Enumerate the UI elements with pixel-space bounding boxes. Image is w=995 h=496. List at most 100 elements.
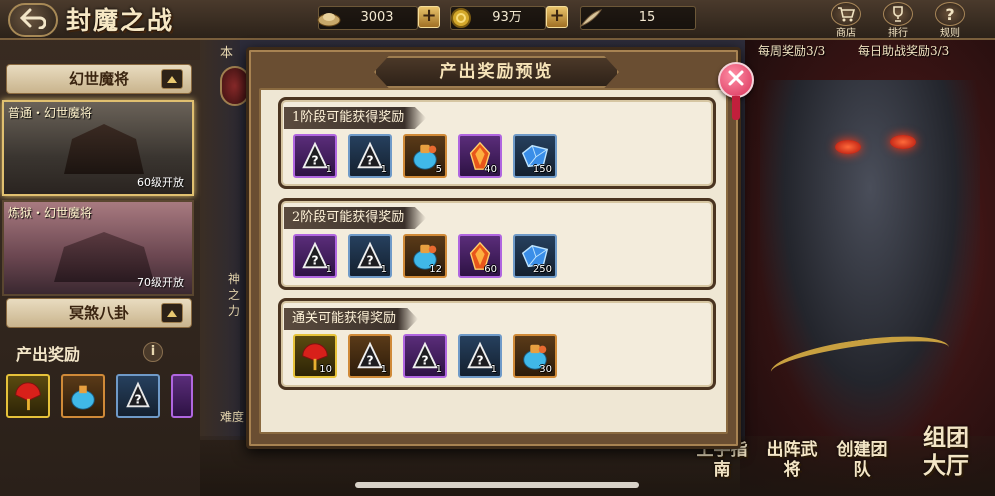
add-gold-button[interactable]: + [546,6,568,28]
reward-item[interactable]: 12 [403,234,447,278]
reward-item[interactable]: ? 1 [293,134,337,178]
reward-item[interactable] [61,374,105,418]
reward-item[interactable]: 40 [458,134,502,178]
section-header-phantom-general[interactable]: 幻世魔将 [6,64,192,94]
caret-up-icon [167,310,177,317]
stage-name: 普通・幻世魔将 [8,106,93,120]
reward-item[interactable] [6,374,50,418]
reward-stage-title: 通关可能获得奖励 [284,308,419,330]
gold-coin-icon [447,5,475,31]
reward-item[interactable]: 30 [513,334,557,378]
item-count: 40 [484,164,497,175]
mystery-scroll-icon [177,380,187,412]
mystery-scroll-icon: ? [122,380,154,412]
reward-item[interactable]: ? [116,374,160,418]
item-count: 30 [539,364,552,375]
shop-button[interactable]: 商店 [826,2,866,39]
reward-stage-title: 2阶段可能获得奖励 [284,207,427,229]
gold-value: 93万 [492,10,522,25]
reward-stage-title: 1阶段可能获得奖励 [284,107,427,129]
desc-line: 力 [228,304,241,318]
reward-item[interactable]: ? 1 [403,334,447,378]
section-title: 幻世魔将 [68,70,129,88]
stage-card-inferno[interactable]: 炼狱・幻世魔将 70级开放 [2,200,194,296]
desc-line: 之 [228,288,241,302]
silver-counter: 3003 [315,5,418,31]
reward-item[interactable]: 150 [513,134,557,178]
left-panel: 幻世魔将 普通・幻世魔将 60级开放 炼狱・幻世魔将 70级开放 冥煞八卦 [0,60,200,496]
reward-item[interactable]: ? 1 [293,234,337,278]
boss-eye [890,135,916,149]
rules-button[interactable]: ? 规则 [930,2,970,39]
reward-item[interactable]: 60 [458,234,502,278]
svg-text:?: ? [421,353,428,367]
info-icon[interactable]: i [143,342,163,362]
page-title: 封魔之战 [66,6,175,35]
svg-text:?: ? [311,153,318,167]
silver-value: 3003 [360,10,394,25]
caret-up-icon [167,76,177,83]
silver-ingot-icon [315,5,343,31]
item-count: 1 [490,364,497,375]
deploy-label: 出阵武将 [766,440,818,480]
home-indicator[interactable] [355,482,639,488]
palace-silhouette [64,124,144,174]
deploy-generals-button[interactable]: 出阵武将 [766,440,822,492]
desc-line: 神 [228,272,241,286]
collapse-button[interactable] [161,303,183,323]
question-icon: ? [935,2,965,26]
left-tab-label[interactable]: 本 [220,42,233,61]
tassel-decoration [732,96,740,120]
reward-item[interactable]: 250 [513,234,557,278]
reward-item[interactable]: ? 1 [348,134,392,178]
create-team-label: 创建团队 [836,440,888,480]
stage-name: 炼狱・幻世魔将 [8,206,93,220]
svg-text:?: ? [311,253,318,267]
stage-card-normal[interactable]: 普通・幻世魔将 60级开放 [2,100,194,196]
reward-item[interactable]: 5 [403,134,447,178]
reward-item[interactable] [171,374,193,418]
red-fan-icon [12,380,44,412]
stage-unlock-level: 70级开放 [137,276,184,289]
create-team-button[interactable]: 创建团队 [836,440,892,492]
output-reward-label: 产出奖励 [16,345,81,364]
item-count: 1 [380,164,387,175]
reward-item[interactable]: ? 1 [458,334,502,378]
trophy-icon [883,2,913,26]
item-count: 150 [532,164,552,175]
item-count: 1 [325,164,332,175]
modal-title: 产出奖励预览 [439,62,554,82]
difficulty-label: 难度 [220,410,245,424]
back-button[interactable] [8,3,58,37]
collapse-button[interactable] [161,69,183,89]
weekly-reward-quota: 每周奖励3/3 [758,44,826,58]
item-count: 12 [429,264,442,275]
svg-text:?: ? [366,153,373,167]
item-count: 250 [532,264,552,275]
reward-item[interactable]: ? 1 [348,234,392,278]
stage-unlock-level: 60级开放 [137,176,184,189]
close-button[interactable] [718,62,754,98]
svg-text:?: ? [134,393,141,407]
add-silver-button[interactable]: + [418,6,440,28]
token-value: 15 [638,10,656,25]
potion-bag-icon [67,380,99,412]
item-count: 1 [435,364,442,375]
reward-item[interactable]: 10 [293,334,337,378]
reward-item[interactable]: ? 1 [348,334,392,378]
item-count: 60 [484,264,497,275]
boss-eye [835,140,861,154]
shop-cart-icon [831,2,861,26]
svg-text:?: ? [366,253,373,267]
rules-label: 规则 [940,28,960,39]
team-lobby-button[interactable]: 组团大厅 [908,424,984,479]
item-count: 1 [325,264,332,275]
ranking-label: 排行 [888,28,908,39]
section-header-bagua[interactable]: 冥煞八卦 [6,298,192,328]
svg-text:?: ? [366,353,373,367]
shop-label: 商店 [836,28,856,39]
ranking-button[interactable]: 排行 [878,2,918,39]
item-count: 10 [319,364,332,375]
back-arrow-icon [19,7,47,33]
feather-token-icon [577,5,605,31]
